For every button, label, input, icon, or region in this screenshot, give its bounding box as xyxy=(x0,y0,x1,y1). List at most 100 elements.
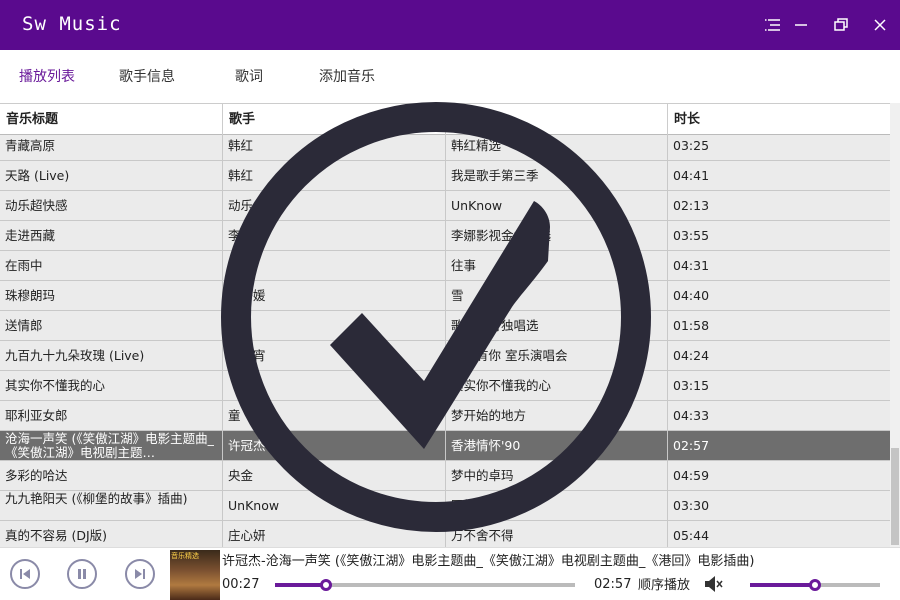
album-cell: UnKnow xyxy=(446,191,668,220)
tab-lyrics[interactable]: 歌词 xyxy=(235,66,263,86)
duration-cell: 03:25 xyxy=(673,138,710,153)
skip-back-icon xyxy=(20,569,30,579)
header-album[interactable] xyxy=(446,104,668,135)
album-cell: 雪 xyxy=(446,281,668,310)
album-cell: 梦开始的地方 xyxy=(446,401,668,430)
table-row[interactable]: 青藏高原 韩红 韩红精选 03:25 xyxy=(0,135,890,161)
song-title-cell: 多彩的哈达 xyxy=(0,461,223,490)
duration-cell: 03:15 xyxy=(673,378,710,393)
album-cell: 其实你不懂我的心 xyxy=(446,371,668,400)
table-row[interactable]: 其实你不懂我的心 其实你不懂我的心 03:15 xyxy=(0,371,890,401)
artist-cell: 许冠杰 xyxy=(223,431,446,460)
album-cell: 重奏有你 室乐演唱会 xyxy=(446,341,668,370)
artist-cell: 庄心妍 xyxy=(223,521,446,547)
album-cell: 歌手孙青独唱选 xyxy=(446,311,668,340)
table-row[interactable]: 珠穆朗玛 李丹媛雪 04:40 xyxy=(0,281,890,311)
artist-cell: UnKnow xyxy=(223,491,446,520)
volume-handle[interactable] xyxy=(809,579,821,591)
cover-label: 音乐精选 xyxy=(171,552,199,560)
previous-button[interactable] xyxy=(10,559,40,589)
album-cell: 韩红精选 xyxy=(446,135,668,160)
song-title-cell: 送情郎 xyxy=(0,311,223,340)
artist-cell: 李丹媛 xyxy=(223,281,446,310)
album-cell: 李娜影视金曲精选 xyxy=(446,221,668,250)
duration-cell: 05:44 xyxy=(673,528,710,543)
duration-cell: 04:59 xyxy=(673,468,710,483)
song-title-cell: 耶利亚女郎 xyxy=(0,401,223,430)
volume-fill xyxy=(750,583,815,587)
artist-cell: 邰正宵 xyxy=(223,341,446,370)
table-row[interactable]: 多彩的哈达 央金 梦中的卓玛 04:59 xyxy=(0,461,890,491)
song-title-cell: 走进西藏 xyxy=(0,221,223,250)
header-artist[interactable]: 歌手 xyxy=(223,104,446,135)
table-row[interactable]: 耶利亚女郎童梦开始的地方 04:33 xyxy=(0,401,890,431)
progress-slider[interactable] xyxy=(275,579,575,591)
progress-fill xyxy=(275,583,326,587)
song-title-cell: 天路 (Live) xyxy=(0,161,223,190)
scrollbar-thumb[interactable] xyxy=(891,448,899,545)
album-cell: 万不舍不得 xyxy=(446,521,668,547)
song-title-cell: 动乐超快感 xyxy=(0,191,223,220)
duration-cell: 04:41 xyxy=(673,168,710,183)
header-title[interactable]: 音乐标题 xyxy=(0,104,223,135)
song-title-cell: 真的不容易 (DJ版) xyxy=(0,521,223,547)
volume-slider[interactable] xyxy=(750,579,880,591)
song-title-cell: 珠穆朗玛 xyxy=(0,281,223,310)
vertical-scrollbar[interactable] xyxy=(890,103,900,547)
table-row[interactable]: 动乐超快感 动乐 UnKnow 02:13 xyxy=(0,191,890,221)
duration-cell: 02:13 xyxy=(673,198,710,213)
table-row[interactable]: 天路 (Live) 韩红 我是歌手第三季 04:41 xyxy=(0,161,890,191)
duration-cell: 03:55 xyxy=(673,228,710,243)
artist-cell: 汪峰 xyxy=(223,251,446,280)
menu-icon[interactable] xyxy=(764,16,782,34)
table-row[interactable]: 沧海一声笑 (《笑傲江湖》电影主题曲_《笑傲江湖》电视剧主题… 许冠杰 香港情怀'9… xyxy=(0,431,890,461)
table-row[interactable]: 送情郎 歌手孙青独唱选 01:58 xyxy=(0,311,890,341)
tab-bar: 播放列表 歌手信息 歌词 添加音乐 xyxy=(0,50,900,103)
song-title-cell: 九九艳阳天 (《柳堡的故事》插曲) xyxy=(0,491,223,520)
artist-cell: 李娜 xyxy=(223,221,446,250)
table-row[interactable]: 九百九十九朵玫瑰 (Live) 邰正宵 重奏有你 室乐演唱会 04:24 xyxy=(0,341,890,371)
table-body: 青藏高原 韩红 韩红精选 03:25 天路 (Live) 韩红 我是歌手第三季 04:41 动乐… xyxy=(0,135,890,547)
pause-button[interactable] xyxy=(67,559,97,589)
table-row[interactable]: 九九艳阳天 (《柳堡的故事》插曲) UnKnow 国精品荟萃 03:30 xyxy=(0,491,890,521)
duration-cell: 01:58 xyxy=(673,318,710,333)
total-time: 02:57 xyxy=(594,577,632,592)
pause-icon xyxy=(78,569,86,579)
album-cell: 往事 xyxy=(446,251,668,280)
minimize-icon[interactable] xyxy=(792,16,810,34)
table-row[interactable]: 走进西藏 李娜 李娜影视金曲精选 03:55 xyxy=(0,221,890,251)
volume-icon[interactable] xyxy=(704,575,724,593)
restore-icon[interactable] xyxy=(832,16,850,34)
header-duration[interactable]: 时长 xyxy=(668,104,890,135)
album-cell: 梦中的卓玛 xyxy=(446,461,668,490)
table-row[interactable]: 真的不容易 (DJ版) 庄心妍 万不舍不得 05:44 xyxy=(0,521,890,547)
next-button[interactable] xyxy=(125,559,155,589)
artist-cell: 韩红 xyxy=(223,161,446,190)
now-playing-title: 许冠杰-沧海一声笑 (《笑傲江湖》电影主题曲_《笑傲江湖》电视剧主题曲_《港回》… xyxy=(222,554,755,569)
playlist-table: 音乐标题 歌手 时长 青藏高原 韩红 韩红精选 03:25 天路 (Live) 韩红 我是歌… xyxy=(0,103,890,547)
song-title-cell: 青藏高原 xyxy=(0,135,223,160)
tab-artist-info[interactable]: 歌手信息 xyxy=(119,66,175,86)
album-cover: 音乐精选 xyxy=(170,550,220,600)
artist-cell: 韩红 xyxy=(223,135,446,160)
tab-playlist[interactable]: 播放列表 xyxy=(19,66,75,86)
table-row[interactable]: 在雨中 汪峰 往事 04:31 xyxy=(0,251,890,281)
app-title: Sw Music xyxy=(22,13,122,35)
close-icon[interactable] xyxy=(871,16,889,34)
album-cell: 我是歌手第三季 xyxy=(446,161,668,190)
artist-cell: 央金 xyxy=(223,461,446,490)
artist-cell xyxy=(223,311,446,340)
artist-cell xyxy=(223,371,446,400)
play-mode-button[interactable]: 顺序播放 xyxy=(638,574,690,593)
current-time: 00:27 xyxy=(222,577,260,592)
song-title-cell: 其实你不懂我的心 xyxy=(0,371,223,400)
duration-cell: 04:33 xyxy=(673,408,710,423)
duration-cell: 02:57 xyxy=(673,438,710,453)
tab-add-music[interactable]: 添加音乐 xyxy=(319,66,375,86)
song-title-cell: 在雨中 xyxy=(0,251,223,280)
title-bar: Sw Music xyxy=(0,0,900,50)
album-cell: 香港情怀'90 xyxy=(446,431,668,460)
progress-handle[interactable] xyxy=(320,579,332,591)
skip-forward-icon xyxy=(135,569,145,579)
player-bar: 音乐精选 许冠杰-沧海一声笑 (《笑傲江湖》电影主题曲_《笑傲江湖》电视剧主题曲… xyxy=(0,547,900,600)
